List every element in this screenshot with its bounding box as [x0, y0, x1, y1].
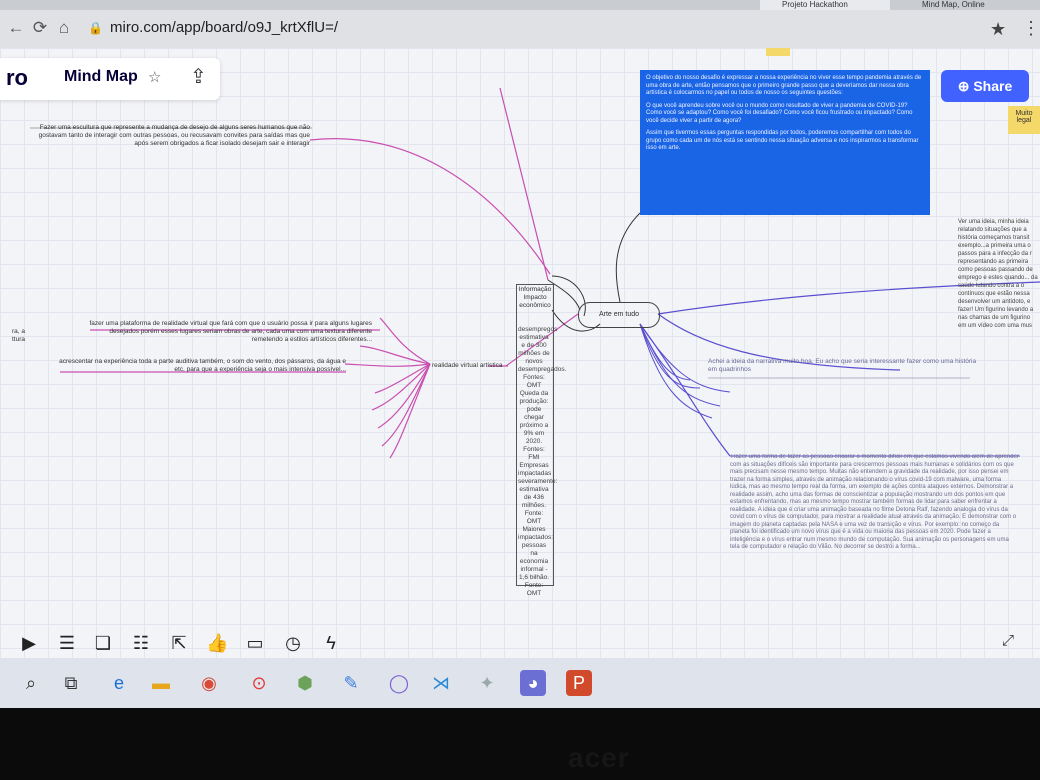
left-idea-audio[interactable]: acrescentar na experiência toda a parte … — [56, 358, 346, 374]
windows-taskbar: ⌕ ⧉ e ▬ ◉ ⊙ ⬢ ✎ ◯ ⋊ ✦ ◕ P — [0, 658, 1040, 708]
chrome-icon[interactable]: ◉ — [196, 670, 222, 696]
puzzle-icon[interactable]: ✦ — [474, 670, 500, 696]
home-icon[interactable]: ⌂ — [54, 18, 74, 38]
timer-icon[interactable]: ◷ — [282, 632, 304, 654]
right-idea-animation[interactable]: Trazer uma forma de fazer as pessoas enc… — [730, 454, 1020, 658]
expand-icon[interactable]: ⤢ — [1002, 632, 1014, 649]
powerpoint-icon[interactable]: P — [566, 670, 592, 696]
address-bar[interactable]: 🔒 miro.com/app/board/o9J_krtXflU=/ — [88, 15, 1028, 41]
circle-icon[interactable]: ◯ — [386, 670, 412, 696]
board-title[interactable]: Mind Map — [64, 68, 138, 86]
card-icon[interactable]: ❏ — [92, 632, 114, 654]
search-icon[interactable]: ⌕ — [18, 670, 44, 696]
task-view-icon[interactable]: ⧉ — [58, 670, 84, 696]
back-icon[interactable]: ← — [6, 18, 26, 38]
like-icon[interactable]: 👍 — [206, 632, 228, 654]
tab-strip: Projeto Hackathon Mind Map, Online — [0, 0, 1040, 10]
sticky-note-tab[interactable] — [766, 48, 790, 56]
discord-icon[interactable]: ◕ — [520, 670, 546, 696]
voting-icon[interactable]: ϟ — [320, 632, 342, 654]
miro-board[interactable]: ro Mind Map ☆ ⇪ O objetivo do nosso desa… — [0, 48, 1040, 658]
card-paragraph-1: O objetivo do nosso desafio é expressar … — [646, 75, 922, 96]
card-paragraph-3: Assim que tivermos essas perguntas respo… — [646, 130, 919, 151]
right-comment-narrative[interactable]: Achei a ideia da narrativa muito boa. Eu… — [708, 358, 978, 374]
url-text: miro.com/app/board/o9J_krtXflU=/ — [110, 19, 339, 36]
comment-icon[interactable]: ☰ — [56, 632, 78, 654]
lock-icon: 🔒 — [88, 21, 103, 35]
pen-icon[interactable]: ✎ — [338, 670, 364, 696]
upload-icon[interactable]: ⇪ — [190, 64, 207, 89]
cube-icon[interactable]: ⬢ — [292, 670, 318, 696]
left-idea-vr-platform[interactable]: fazer uma plataforma de realidade virtua… — [86, 320, 372, 344]
left-edge-text: ra, a ttura — [12, 328, 26, 343]
video-icon[interactable]: ▭ — [244, 632, 266, 654]
miro-logo[interactable]: ro — [6, 65, 28, 91]
tab-projeto[interactable]: Projeto Hackathon — [760, 0, 890, 10]
laptop-bezel — [0, 708, 1040, 780]
edge-icon[interactable]: e — [106, 670, 132, 696]
record-icon[interactable]: ⊙ — [246, 670, 272, 696]
central-node[interactable]: Arte em tudo — [578, 302, 660, 328]
branch-vr-art[interactable]: realidade virtual artística — [432, 362, 512, 370]
globe-icon: ⊕ — [957, 78, 974, 94]
card-paragraph-2: O que você aprendeu sobre você ou o mund… — [646, 102, 913, 124]
browser-menu-icon[interactable]: ⋮ — [1022, 18, 1040, 39]
bottom-toolbar: ▶ ☰ ❏ ☷ ⇱ 👍 ▭ ◷ ϟ — [0, 628, 360, 658]
share-button[interactable]: ⊕ Share — [941, 70, 1029, 102]
export-icon[interactable]: ⇱ — [168, 632, 190, 654]
browser-chrome: Projeto Hackathon Mind Map, Online ← ⟳ ⌂… — [0, 0, 1040, 48]
bookmark-star-icon[interactable]: ★ — [990, 19, 1006, 40]
reload-icon[interactable]: ⟳ — [30, 18, 50, 38]
present-icon[interactable]: ▶ — [18, 632, 40, 654]
list-icon[interactable]: ☷ — [130, 632, 152, 654]
tab-mind-map[interactable]: Mind Map, Online — [900, 0, 1040, 10]
vscode-icon[interactable]: ⋊ — [428, 670, 454, 696]
miro-top-bar: ro Mind Map ☆ ⇪ — [0, 58, 220, 100]
node-economic-impact[interactable]: Informação Impacto econômico — [518, 286, 552, 310]
right-edge-text[interactable]: Ver uma ideia, minha ideia relatando sit… — [958, 218, 1040, 330]
left-idea-sculpture[interactable]: Fazer uma escultura que represente a mud… — [30, 124, 310, 148]
brand-logo: acer — [568, 742, 630, 773]
explorer-icon[interactable]: ▬ — [148, 670, 174, 696]
share-label: Share — [973, 78, 1013, 94]
blue-text-card[interactable]: O objetivo do nosso desafio é expressar … — [640, 70, 930, 215]
star-icon[interactable]: ☆ — [148, 68, 161, 86]
sticky-note[interactable]: Muito legal — [1008, 106, 1040, 134]
economic-facts-text[interactable]: desempregos estimativa e de 300 milhões … — [518, 326, 566, 598]
